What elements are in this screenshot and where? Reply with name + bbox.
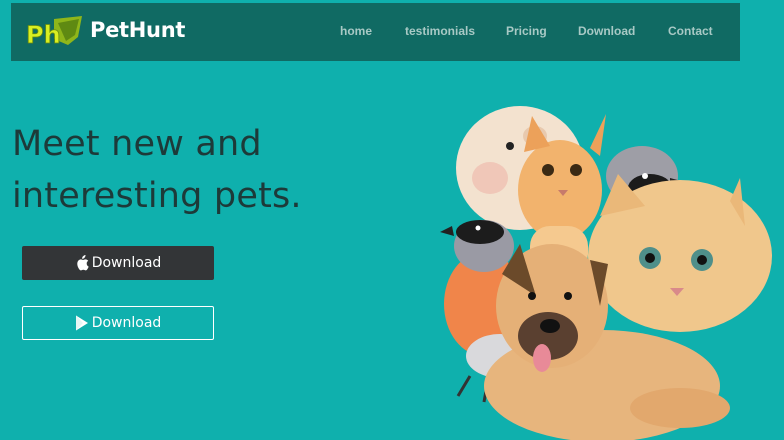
hero-section: Ph PetHunt home testimonials Pricing Dow… bbox=[0, 0, 784, 440]
nav-link-pricing[interactable]: Pricing bbox=[506, 24, 547, 38]
cat-right-illustration bbox=[588, 174, 772, 332]
hero-headline-line2: interesting pets. bbox=[12, 176, 302, 216]
nav-link-testimonials[interactable]: testimonials bbox=[405, 24, 475, 38]
pets-collage-image bbox=[440, 106, 772, 440]
hero-headline-line1: Meet new and bbox=[12, 124, 262, 164]
hero-headline: Meet new and interesting pets. bbox=[12, 118, 432, 222]
play-store-icon bbox=[75, 315, 88, 331]
download-android-label: Download bbox=[91, 315, 162, 331]
navbar: Ph PetHunt home testimonials Pricing Dow… bbox=[11, 3, 740, 61]
download-android-button[interactable]: Download bbox=[22, 306, 214, 340]
nav-link-download[interactable]: Download bbox=[578, 24, 635, 38]
download-ios-label: Download bbox=[91, 255, 162, 271]
apple-icon bbox=[76, 255, 89, 271]
nav-links: home testimonials Pricing Download Conta… bbox=[11, 3, 740, 61]
nav-link-contact[interactable]: Contact bbox=[668, 24, 713, 38]
download-ios-button[interactable]: Download bbox=[22, 246, 214, 280]
nav-link-home[interactable]: home bbox=[340, 24, 372, 38]
